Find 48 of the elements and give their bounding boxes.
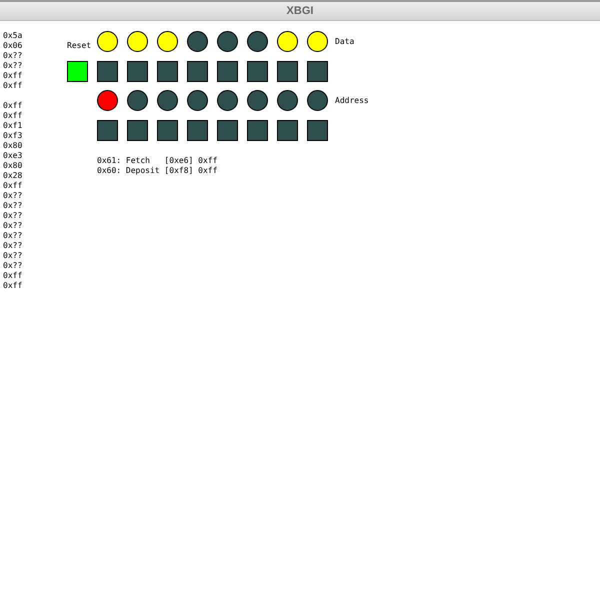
address-label: Address [335,96,369,106]
reset-button[interactable] [67,61,88,82]
memory-value: 0x?? [3,261,24,271]
memory-value: 0x28 [3,171,24,181]
toggle-switch[interactable] [97,120,118,141]
memory-value: 0x?? [3,211,24,221]
memory-value: 0x?? [3,51,24,61]
memory-value: 0xff [3,71,24,81]
memory-value: 0x?? [3,201,24,211]
memory-value: 0xff [3,271,24,281]
data-label: Data [335,36,354,46]
memory-value: 0x80 [3,161,24,171]
memory-value: 0x?? [3,251,24,261]
toggle-switch[interactable] [217,61,238,82]
log-line: 0x60: Deposit [0xf8] 0xff [97,166,218,176]
toggle-switch[interactable] [247,120,268,141]
window-title: XBGI [286,4,314,19]
memory-value: 0x?? [3,231,24,241]
memory-value: 0xf1 [3,121,24,131]
memory-value: 0xf3 [3,131,24,141]
toggle-switch[interactable] [157,61,178,82]
toggle-switch[interactable] [307,120,328,141]
toggle-switch[interactable] [247,61,268,82]
toggle-switch[interactable] [187,120,208,141]
toggle-switch[interactable] [277,61,298,82]
toggle-switch[interactable] [277,120,298,141]
toggle-switch[interactable] [157,120,178,141]
memory-value: 0x06 [3,41,24,51]
toggle-switch[interactable] [307,61,328,82]
log-line: 0x61: Fetch [0xe6] 0xff [97,156,218,166]
reset-label: Reset [67,40,92,50]
toggle-switch[interactable] [127,61,148,82]
toggle-switch[interactable] [97,61,118,82]
memory-value: 0x5a [3,31,24,41]
memory-value: 0x?? [3,61,24,71]
memory-value: 0x?? [3,221,24,231]
memory-value: 0xe3 [3,151,24,161]
toggle-switch[interactable] [187,61,208,82]
memory-value: 0xff [3,101,24,111]
memory-value: 0xff [3,281,24,291]
toggle-switch[interactable] [217,120,238,141]
memory-value: 0xff [3,81,24,91]
memory-value: 0x?? [3,241,24,251]
memory-value: 0x80 [3,141,24,151]
toggle-switch[interactable] [127,120,148,141]
memory-value: 0xff [3,181,24,191]
memory-value: 0xff [3,111,24,121]
memory-value: 0x?? [3,191,24,201]
